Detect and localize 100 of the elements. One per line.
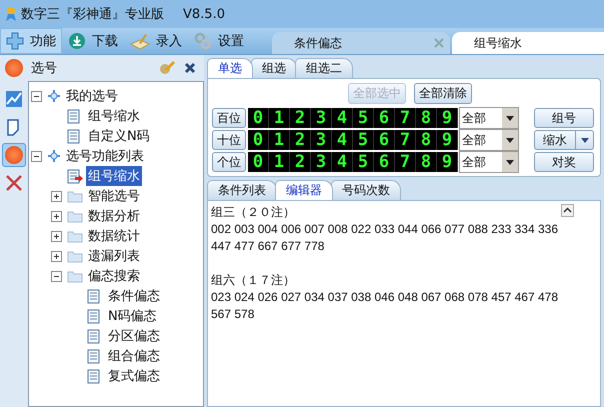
digit-key[interactable]: 1: [269, 108, 290, 128]
tree-item[interactable]: 组号缩水: [86, 106, 142, 126]
toolbar-button[interactable]: 功能: [0, 28, 62, 54]
digit-key[interactable]: 8: [416, 108, 437, 128]
expand-toggle[interactable]: [51, 250, 62, 262]
digit-key[interactable]: 6: [374, 108, 395, 128]
tree-item[interactable]: 组号缩水: [86, 166, 142, 186]
tab[interactable]: 编辑器: [275, 180, 333, 200]
scroll-up-icon[interactable]: [561, 204, 574, 217]
digit-key[interactable]: 9: [437, 108, 458, 128]
digit-key[interactable]: 2: [290, 108, 311, 128]
collapse-toggle[interactable]: [31, 90, 42, 102]
toolbar-button[interactable]: 录入: [124, 28, 188, 54]
position-button[interactable]: 百位: [212, 108, 246, 128]
collapse-toggle[interactable]: [31, 150, 42, 162]
tree-item[interactable]: 复式偏态: [106, 366, 162, 386]
folder-icon: [67, 250, 83, 262]
tree-item[interactable]: 智能选号: [86, 186, 142, 206]
digit-key[interactable]: 9: [437, 152, 458, 172]
digit-key[interactable]: 4: [332, 108, 353, 128]
digit-key[interactable]: 2: [290, 152, 311, 172]
digit-key[interactable]: 2: [290, 130, 311, 150]
digit-key[interactable]: 4: [332, 130, 353, 150]
editor-area[interactable]: 组三（２０注） 002 003 004 006 007 008 022 033 044 066 077 088 233 334 336 447 477 667 677 778 组六（１７注） 023 024 026 027 034 037 038 046 048 067 068 078 457 467 478 567 578: [207, 200, 601, 407]
tree-item[interactable]: N码偏态: [106, 306, 159, 326]
group-heading: 组三（２０注）: [211, 204, 296, 221]
digit-key[interactable]: 7: [395, 130, 416, 150]
node-icon: [47, 149, 61, 163]
folder-icon: [67, 210, 83, 222]
tab[interactable]: 单选: [207, 58, 253, 78]
app-logo-icon: [4, 6, 18, 22]
panel-title: 选号: [31, 60, 57, 77]
digit-key[interactable]: 0: [248, 108, 269, 128]
filter-dropdown[interactable]: 全部: [459, 129, 519, 151]
close-icon[interactable]: [184, 62, 196, 74]
tab[interactable]: 组选二: [295, 58, 353, 78]
gears-icon: [194, 32, 212, 50]
tree-item[interactable]: 我的选号: [64, 86, 120, 106]
digit-key[interactable]: 5: [353, 108, 374, 128]
digit-key[interactable]: 9: [437, 130, 458, 150]
expand-toggle[interactable]: [51, 270, 62, 282]
dropdown-caret-icon: [506, 160, 514, 164]
tree-item[interactable]: 选号功能列表: [64, 146, 146, 166]
folder-icon: [67, 270, 83, 282]
dropdown-button[interactable]: [576, 130, 594, 150]
filter-dropdown[interactable]: 全部: [459, 151, 519, 173]
tree-item[interactable]: 数据统计: [86, 226, 142, 246]
digit-key[interactable]: 7: [395, 108, 416, 128]
pick-badge-icon: [5, 59, 23, 77]
action-button[interactable]: 组号: [534, 108, 594, 128]
digit-key[interactable]: 3: [311, 152, 332, 172]
action-button[interactable]: 对奖: [534, 152, 594, 172]
digit-key[interactable]: 4: [332, 152, 353, 172]
position-button[interactable]: 十位: [212, 130, 246, 150]
digit-key[interactable]: 5: [353, 152, 374, 172]
tree-item[interactable]: 分区偏态: [106, 326, 162, 346]
tree-item[interactable]: 条件偏态: [106, 286, 162, 306]
dropdown-caret-icon: [506, 116, 514, 120]
tree-item[interactable]: 自定义N码: [86, 126, 152, 146]
digit-key[interactable]: 1: [269, 152, 290, 172]
number-list: 002 003 004 006 007 008 022 033 044 066 077 088 233 334 336 447 477 667 677 778: [211, 221, 561, 255]
node-icon: [47, 89, 61, 103]
tree-item[interactable]: 组合偏态: [106, 346, 162, 366]
position-button[interactable]: 个位: [212, 152, 246, 172]
digit-key[interactable]: 6: [374, 130, 395, 150]
toolbar-button[interactable]: 下载: [62, 28, 124, 54]
digit-key[interactable]: 5: [353, 130, 374, 150]
tab[interactable]: 条件列表: [207, 180, 277, 200]
expand-toggle[interactable]: [51, 190, 62, 202]
folder-icon: [67, 190, 83, 202]
action-button[interactable]: 全部清除: [414, 83, 472, 104]
tree-item[interactable]: 偏态搜索: [86, 266, 142, 286]
expand-toggle[interactable]: [51, 210, 62, 222]
digit-key[interactable]: 0: [248, 152, 269, 172]
document-tab[interactable]: 组号缩水: [452, 32, 604, 54]
digit-key[interactable]: 8: [416, 130, 437, 150]
expand-toggle[interactable]: [51, 230, 62, 242]
number-list: 023 024 026 027 034 037 038 046 048 067 068 078 457 467 478 567 578: [211, 289, 561, 323]
split-button[interactable]: 缩水: [534, 130, 576, 150]
version-label: V8.5.0: [183, 6, 225, 22]
toolbar-button[interactable]: 设置: [188, 28, 250, 54]
tree-item[interactable]: 遗漏列表: [86, 246, 142, 266]
tree-item[interactable]: 数据分析: [86, 206, 142, 226]
tab[interactable]: 号码次数: [331, 180, 401, 200]
digit-key[interactable]: 3: [311, 108, 332, 128]
window-title: 数字三『彩神通』专业版: [21, 6, 164, 23]
tools-icon: [5, 174, 23, 192]
digit-key[interactable]: 3: [311, 130, 332, 150]
digit-key[interactable]: 7: [395, 152, 416, 172]
digit-key[interactable]: 1: [269, 130, 290, 150]
digit-key[interactable]: 0: [248, 130, 269, 150]
filter-dropdown[interactable]: 全部: [459, 107, 519, 129]
digit-key[interactable]: 6: [374, 152, 395, 172]
dropdown-caret-icon: [580, 138, 588, 142]
document-tab[interactable]: 条件偏态: [272, 32, 450, 54]
download-icon: [68, 32, 86, 50]
pen-paper-icon: [130, 32, 150, 50]
tab[interactable]: 组选: [251, 58, 297, 78]
digit-key[interactable]: 8: [416, 152, 437, 172]
folder-icon: [67, 230, 83, 242]
